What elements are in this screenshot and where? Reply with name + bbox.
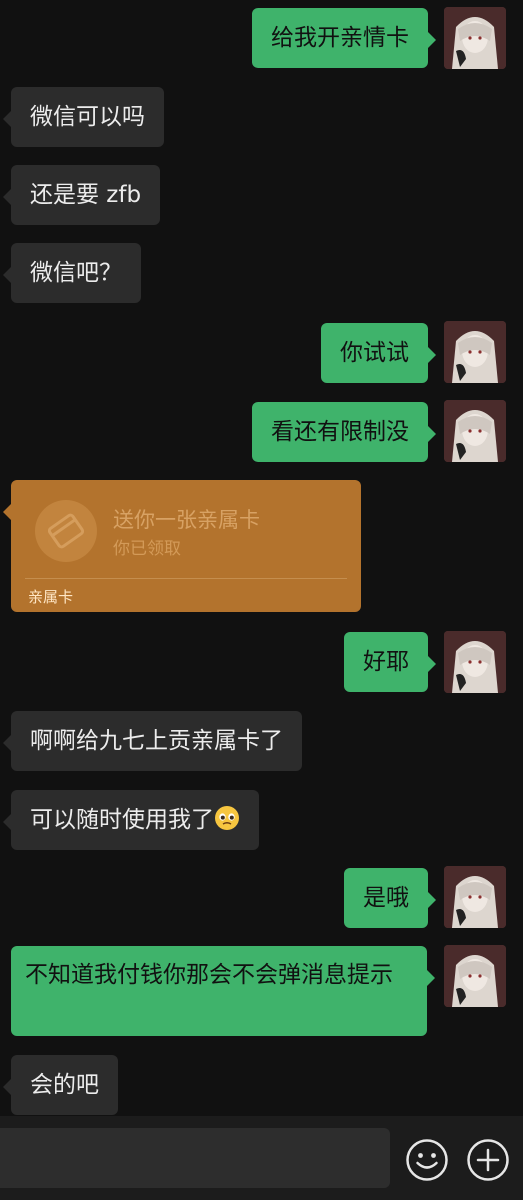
- avatar-image: [444, 7, 506, 69]
- message-bubble-outgoing[interactable]: 不知道我付钱你那会不会弹消息提示: [11, 946, 435, 1036]
- avatar-image: [444, 631, 506, 693]
- avatar[interactable]: [444, 400, 506, 462]
- family-card-title: 送你一张亲属卡: [113, 508, 260, 532]
- family-card-icon: [35, 500, 97, 562]
- message-bubble-outgoing[interactable]: 给我开亲情卡: [252, 8, 436, 68]
- avatar[interactable]: [444, 7, 506, 69]
- avatar[interactable]: [444, 631, 506, 693]
- message-bubble-incoming[interactable]: 还是要 zfb: [2, 165, 161, 225]
- message-bubble-outgoing[interactable]: 看还有限制没: [252, 402, 436, 462]
- message-bubble-incoming[interactable]: 微信可以吗: [3, 87, 164, 147]
- message-bubble-incoming[interactable]: 会的吧: [3, 1055, 118, 1115]
- plus-circle-icon[interactable]: [466, 1138, 510, 1182]
- avatar-image: [444, 400, 506, 462]
- divider: [25, 578, 347, 579]
- avatar-image: [444, 945, 506, 1007]
- message-bubble-outgoing[interactable]: 是哦: [344, 868, 436, 928]
- avatar[interactable]: [444, 866, 506, 928]
- message-bubble-incoming[interactable]: 可以随时使用我了: [3, 790, 259, 850]
- message-input[interactable]: [0, 1128, 390, 1188]
- family-card-footer: 亲属卡: [28, 588, 74, 606]
- message-text: 可以随时使用我了: [30, 807, 214, 833]
- smiley-icon[interactable]: [405, 1138, 449, 1182]
- message-bubble-incoming[interactable]: 啊啊给九七上贡亲属卡了: [3, 711, 302, 771]
- input-bar: [0, 1116, 523, 1200]
- avatar[interactable]: [444, 945, 506, 1007]
- avatar[interactable]: [444, 321, 506, 383]
- message-bubble-outgoing[interactable]: 你试试: [321, 323, 436, 383]
- family-card-status: 你已领取: [113, 539, 181, 559]
- pleading-face-icon: [215, 806, 239, 830]
- avatar-image: [444, 866, 506, 928]
- message-bubble-incoming[interactable]: 微信吧？: [3, 243, 141, 303]
- chat-area: 给我开亲情卡 微信可以吗 还是要 zfb 微信吧？ 你试试 看还有限制没 送你一…: [0, 0, 523, 1116]
- message-bubble-outgoing[interactable]: 好耶: [344, 632, 436, 692]
- family-card-message[interactable]: 送你一张亲属卡 你已领取 亲属卡: [3, 480, 361, 612]
- avatar-image: [444, 321, 506, 383]
